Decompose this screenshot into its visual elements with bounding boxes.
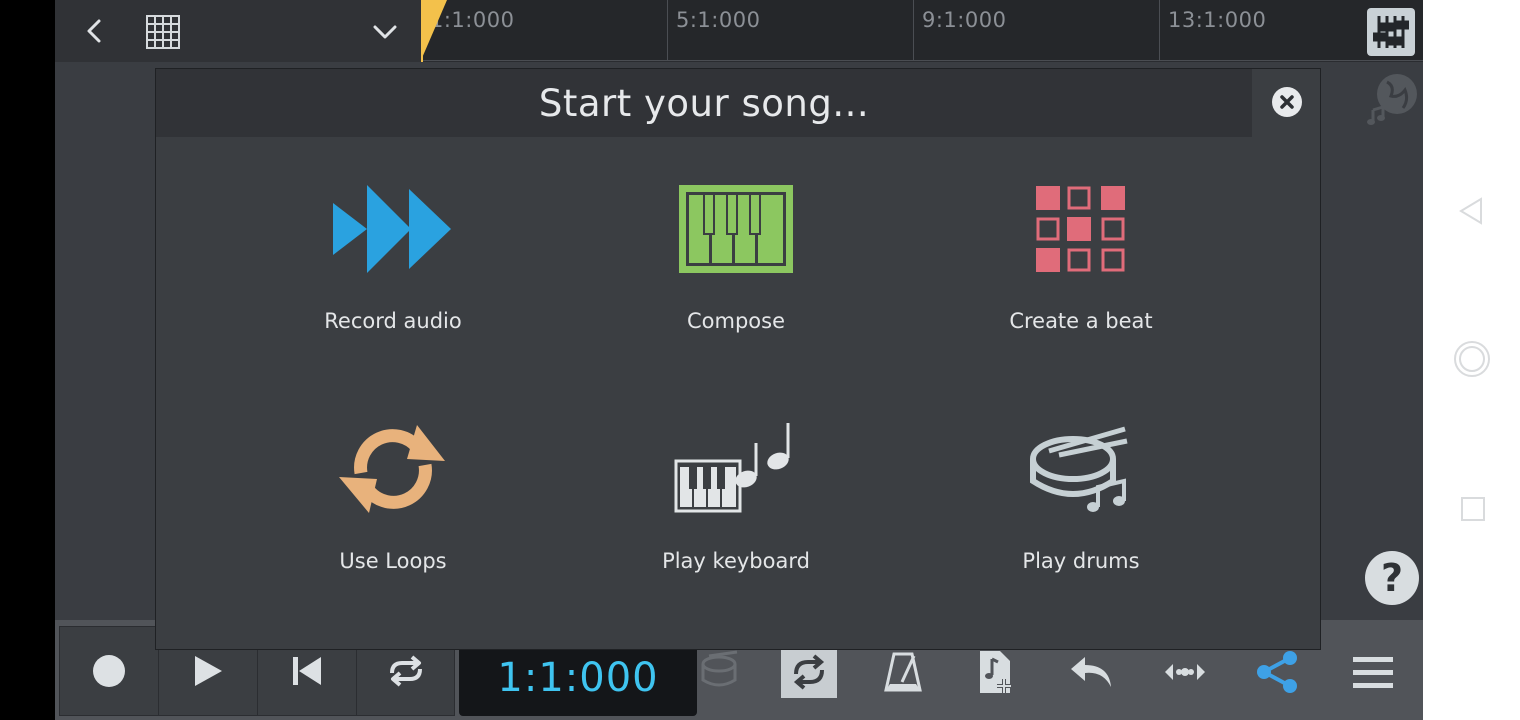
timeline-mark: 9:1:000 (913, 0, 1006, 60)
piano-roll-icon (678, 169, 794, 289)
system-navigation-bar (1423, 0, 1520, 720)
chevron-left-icon[interactable] (79, 14, 109, 48)
chevron-down-icon[interactable] (369, 20, 401, 44)
time-readout: 1:1:000 (497, 655, 659, 701)
help-icon: ? (1380, 556, 1404, 600)
top-left-panel (55, 0, 421, 62)
drum-notes-icon (1029, 409, 1133, 529)
loop-arrows-icon (333, 409, 453, 529)
timeline-mark-label: 9:1:000 (922, 8, 1007, 32)
option-label: Use Loops (339, 549, 447, 573)
metronome-icon[interactable] (875, 646, 931, 698)
skip-back-icon (293, 657, 321, 685)
dialog-title: Start your song... (538, 81, 870, 125)
use-loops-option[interactable]: Use Loops (243, 409, 543, 573)
play-icon (195, 656, 222, 686)
option-label: Play drums (1022, 549, 1140, 573)
square-recent-icon[interactable] (1459, 495, 1487, 523)
dialog-header: Start your song... (156, 69, 1252, 137)
app-window: 1:1:000 5:1:000 9:1:000 13:1:000 ? 1:1:0… (55, 0, 1423, 720)
play-drums-option[interactable]: Play drums (931, 409, 1231, 573)
playhead-marker[interactable] (421, 0, 449, 66)
play-keyboard-option[interactable]: Play keyboard (586, 409, 886, 573)
record-icon (93, 655, 125, 687)
triangle-back-icon[interactable] (1456, 196, 1486, 226)
timeline-mark-label: 5:1:000 (676, 8, 761, 32)
record-audio-option[interactable]: Record audio (243, 169, 543, 333)
move-icon[interactable] (1157, 646, 1213, 698)
drum-pads-icon (1035, 169, 1127, 289)
grid-icon[interactable] (145, 14, 181, 50)
record-button[interactable] (60, 627, 159, 715)
create-beat-option[interactable]: Create a beat (931, 169, 1231, 333)
sync-icon (793, 654, 825, 690)
close-button[interactable] (1272, 87, 1302, 117)
timeline-ruler[interactable]: 1:1:000 5:1:000 9:1:000 13:1:000 (421, 0, 1423, 61)
mixer-sliders-icon[interactable] (1367, 8, 1415, 56)
undo-icon[interactable] (1063, 646, 1119, 698)
option-label: Record audio (324, 309, 462, 333)
option-label: Compose (686, 309, 785, 333)
compose-option[interactable]: Compose (586, 169, 886, 333)
option-label: Create a beat (1009, 309, 1153, 333)
timeline-mark-label: 13:1:000 (1168, 8, 1267, 32)
close-icon (1280, 95, 1294, 109)
globe-music-icon[interactable] (1365, 70, 1421, 130)
sync-button[interactable] (781, 646, 837, 698)
timeline-mark: 5:1:000 (667, 0, 760, 60)
fast-forward-arrows-icon (331, 169, 455, 289)
keyboard-notes-icon (674, 409, 798, 529)
loop-icon (390, 655, 422, 687)
drum-loop-icon[interactable] (691, 646, 747, 698)
option-label: Play keyboard (662, 549, 810, 573)
help-button[interactable]: ? (1365, 551, 1419, 605)
share-icon[interactable] (1249, 646, 1305, 698)
circle-home-icon[interactable] (1453, 340, 1491, 378)
add-file-icon[interactable] (969, 646, 1025, 698)
timeline-mark: 13:1:000 (1159, 0, 1266, 60)
start-song-dialog: Start your song... Record audio Compose … (155, 68, 1321, 650)
menu-icon[interactable] (1345, 646, 1401, 698)
time-display[interactable]: 1:1:000 (459, 640, 697, 716)
